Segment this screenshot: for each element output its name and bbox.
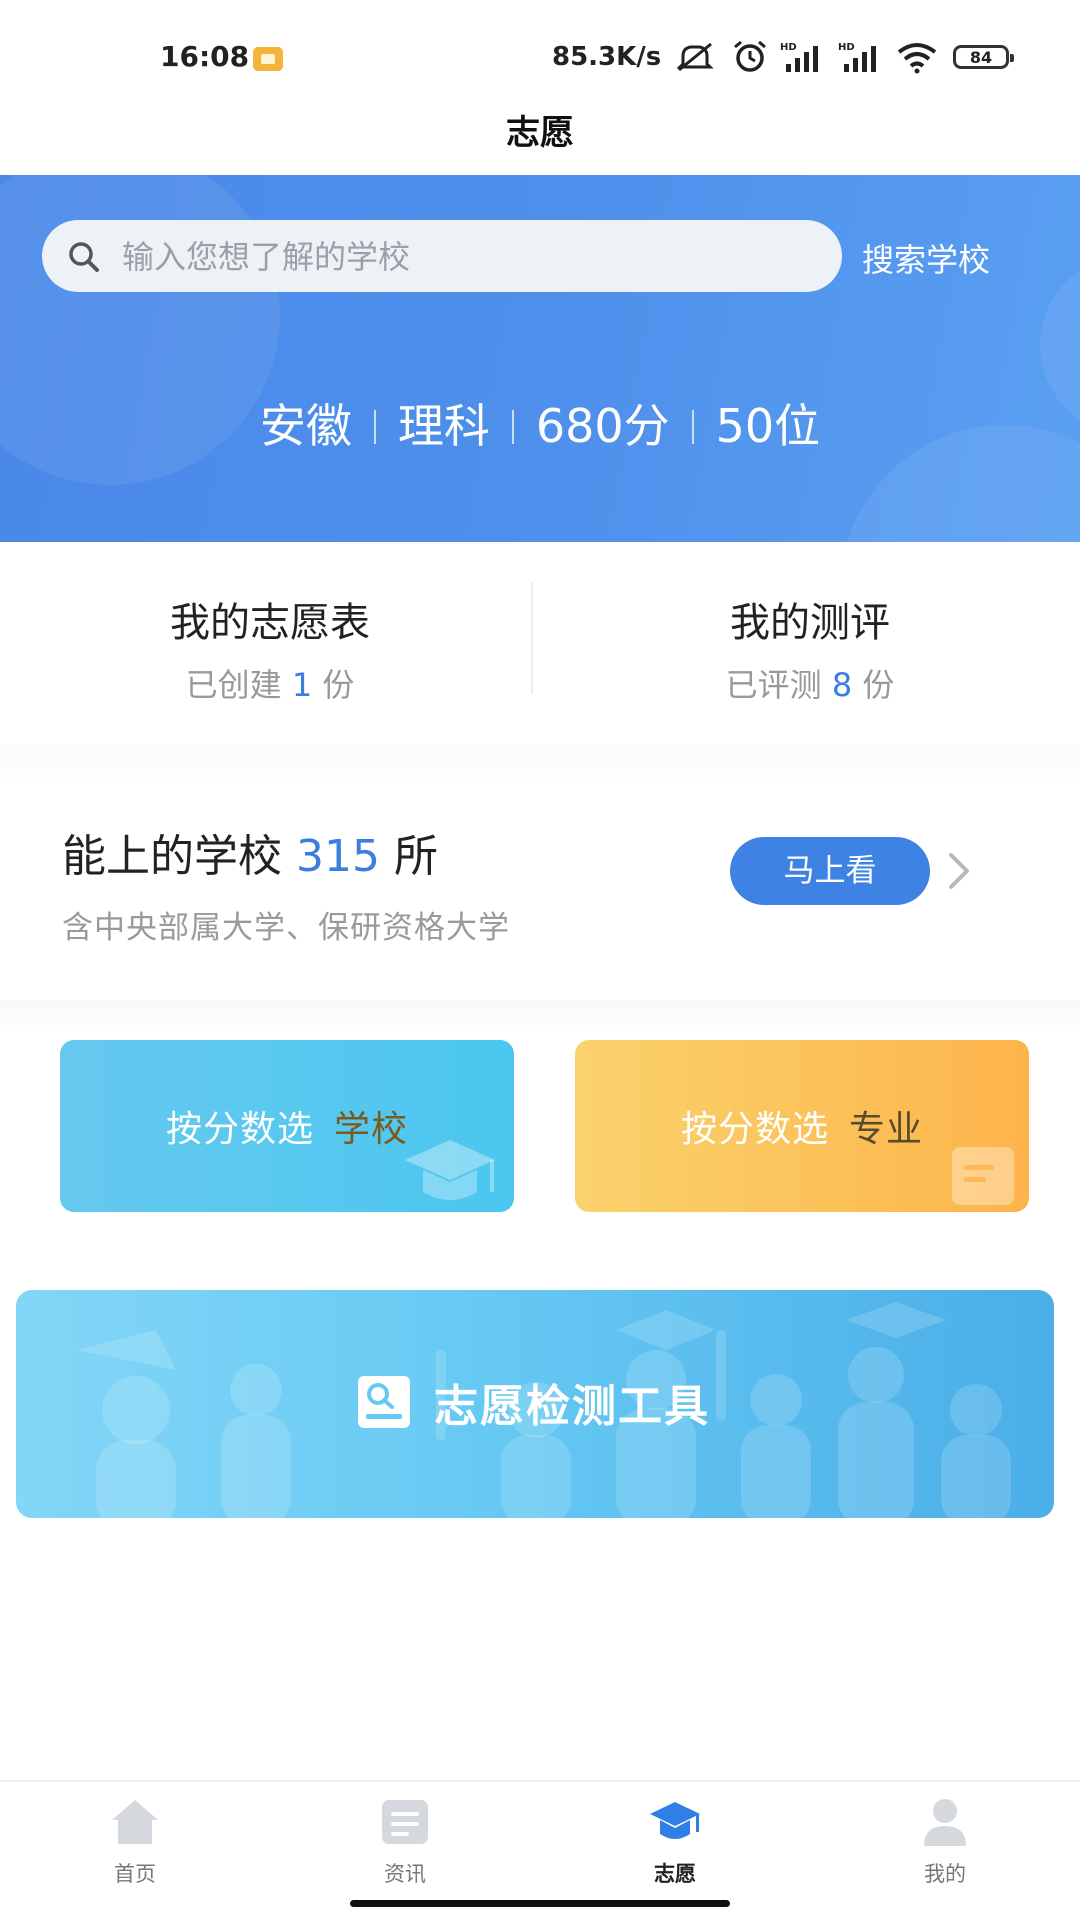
home-indicator[interactable] [350, 1900, 730, 1907]
select-major-label: 按分数选 专业 [575, 1100, 1029, 1152]
count-number: 8 [831, 666, 853, 704]
nav-item-profile[interactable]: 我的 [810, 1782, 1080, 1892]
page-title: 志愿 [506, 113, 574, 153]
select-school-label: 按分数选 学校 [60, 1100, 514, 1152]
my-evaluation-title: 我的测评 [730, 600, 890, 646]
divider [531, 582, 533, 694]
my-volunteer-form-title: 我的志愿表 [170, 600, 370, 646]
nav-label-volunteer: 志愿 [654, 1862, 696, 1886]
divider [373, 410, 376, 444]
alarm-icon [734, 40, 766, 72]
nav-item-home[interactable]: 首页 [0, 1782, 270, 1892]
count-prefix: 已评测 [725, 666, 822, 704]
section-separator [0, 1000, 1080, 1034]
rank-label: 50位 [715, 399, 821, 453]
volunteer-check-tool-banner[interactable]: 志愿检测工具 [16, 1290, 1054, 1518]
mute-icon [676, 42, 714, 72]
search-icon [69, 242, 99, 272]
reachable-schools-subtitle: 含中央部属大学、保研资格大学 [62, 910, 510, 946]
select-school-by-score-card[interactable]: 按分数选 学校 [60, 1040, 514, 1212]
nav-label-profile: 我的 [924, 1862, 966, 1886]
chevron-right-icon[interactable] [945, 850, 973, 892]
status-time: 16:08 [160, 40, 250, 73]
card-label-accent: 学校 [334, 1109, 409, 1150]
card-label-text: 按分数选 [680, 1109, 829, 1150]
card-label-text: 按分数选 [165, 1109, 314, 1150]
search-box[interactable] [42, 220, 842, 294]
my-volunteer-form[interactable]: 我的志愿表 已创建 1 份 [0, 590, 540, 706]
svg-text:HD: HD [838, 42, 855, 53]
view-now-button[interactable]: 马上看 [730, 837, 930, 905]
score-profile[interactable]: 安徽 理科 680分 50位 [0, 390, 1080, 456]
signal-icon: HD [838, 42, 876, 72]
notification-icon [253, 47, 283, 71]
battery-indicator: 84 [953, 45, 1014, 69]
count-number: 1 [291, 666, 313, 704]
document-search-icon [358, 1376, 410, 1428]
volunteer-check-tool-label: 志愿检测工具 [434, 1381, 710, 1432]
nav-label-home: 首页 [114, 1862, 156, 1886]
reachable-schools-title: 能上的学校 315 所 [62, 820, 438, 884]
my-volunteer-form-count: 已创建 1 份 [0, 660, 540, 706]
reachable-title-prefix: 能上的学校 [62, 831, 282, 882]
count-suffix: 份 [862, 666, 895, 704]
svg-text:HD: HD [780, 42, 797, 53]
search-input[interactable] [120, 220, 824, 294]
header-banner: 搜索学校 安徽理科 680分 50位 [0, 175, 1080, 542]
subject-label: 理科 [397, 399, 490, 453]
select-major-by-score-card[interactable]: 按分数选 专业 [575, 1040, 1029, 1212]
reachable-count: 315 [296, 831, 380, 882]
graduation-cap-icon [650, 1802, 700, 1839]
card-label-accent: 专业 [849, 1109, 924, 1150]
score-label: 680分 [535, 399, 670, 453]
province-label: 安徽 [259, 399, 352, 453]
nav-item-volunteer[interactable]: 志愿 [540, 1782, 810, 1892]
my-evaluation[interactable]: 我的测评 已评测 8 份 [540, 590, 1080, 706]
search-school-button[interactable]: 搜索学校 [862, 235, 990, 281]
home-icon [112, 1800, 158, 1844]
document-icon [952, 1147, 1014, 1205]
volunteer-check-tool-content: 志愿检测工具 [356, 1372, 710, 1432]
reachable-title-suffix: 所 [393, 831, 438, 882]
network-speed: 85.3K/s [552, 42, 662, 72]
my-evaluation-count: 已评测 8 份 [540, 660, 1080, 706]
count-prefix: 已创建 [185, 666, 282, 704]
section-separator [0, 745, 1080, 785]
wifi-icon [897, 43, 937, 74]
nav-item-news[interactable]: 资讯 [270, 1782, 540, 1892]
user-icon [924, 1799, 966, 1846]
nav-label-news: 资讯 [384, 1862, 426, 1886]
count-suffix: 份 [322, 666, 355, 704]
signal-icon: HD [780, 42, 818, 72]
divider [511, 410, 514, 444]
news-icon [382, 1800, 428, 1844]
divider [691, 410, 694, 444]
